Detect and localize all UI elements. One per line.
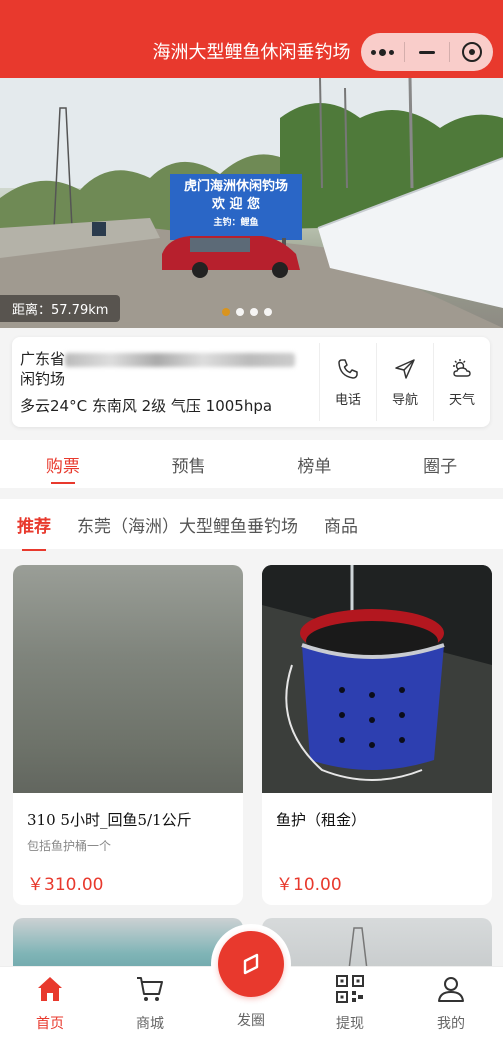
weather-icon bbox=[453, 358, 471, 377]
post-button[interactable] bbox=[218, 931, 284, 997]
carousel-indicator bbox=[222, 308, 272, 316]
compass-icon bbox=[243, 953, 259, 975]
subtab-recommended[interactable]: 推荐 bbox=[17, 512, 51, 551]
minimize-icon bbox=[419, 50, 435, 54]
phone-label: 电话 bbox=[334, 392, 361, 408]
phone-button[interactable]: 电话 bbox=[319, 343, 376, 421]
venue-address[interactable]: 广东省 闲钓场 bbox=[20, 349, 320, 389]
category-tabs: 推荐 东莞（海洲）大型鲤鱼垂钓场 商品 bbox=[0, 499, 503, 551]
venue-info-card: 广东省 闲钓场 多云24°C 东南风 2级 气压 1005hpa 电话 导航 天… bbox=[12, 337, 490, 427]
weather-button[interactable]: 天气 bbox=[433, 343, 490, 421]
product-price: ￥10.00 bbox=[276, 875, 342, 895]
banner-sign-line: 虎门海洲休闲钓场 bbox=[183, 179, 288, 194]
nav-home-label: 首页 bbox=[36, 1016, 64, 1032]
more-dots-icon bbox=[370, 48, 394, 56]
product-image bbox=[262, 565, 492, 793]
navigation-bar: 海洲大型鲤鱼休闲垂钓场 bbox=[0, 0, 503, 78]
product-name: 310 5小时_回鱼5/1公斤 bbox=[27, 811, 192, 829]
product-description: 包括鱼护桶一个 bbox=[27, 839, 112, 853]
tab-presale[interactable]: 预售 bbox=[126, 440, 252, 488]
address-prefix: 广东省 bbox=[20, 350, 66, 368]
subtab-venue[interactable]: 东莞（海洲）大型鲤鱼垂钓场 bbox=[77, 512, 298, 537]
phone-icon bbox=[338, 358, 358, 379]
banner-carousel[interactable]: 虎门海洲休闲钓场 欢 迎 您 主钓：鲤鱼 距离：57.79km bbox=[0, 78, 503, 328]
fish-bucket-image bbox=[262, 565, 492, 793]
indicator-dot[interactable] bbox=[264, 308, 272, 316]
product-card[interactable]: 310 5小时_回鱼5/1公斤 包括鱼护桶一个 ￥310.00 bbox=[13, 565, 243, 905]
qrcode-icon bbox=[336, 975, 364, 1003]
nav-post-label: 发圈 bbox=[237, 1013, 265, 1029]
indicator-dot[interactable] bbox=[236, 308, 244, 316]
close-target-icon bbox=[462, 42, 482, 62]
more-button[interactable] bbox=[362, 37, 402, 67]
nav-mine[interactable]: 我的 bbox=[411, 973, 491, 1033]
tab-tickets[interactable]: 购票 bbox=[0, 440, 126, 488]
indicator-dot-active[interactable] bbox=[222, 308, 230, 316]
capsule-divider bbox=[404, 42, 405, 62]
nav-mine-label: 我的 bbox=[437, 1016, 465, 1032]
distance-label: 距离：57.79km bbox=[0, 295, 121, 322]
banner-sign-line: 主钓：鲤鱼 bbox=[213, 218, 259, 228]
page-title-text: 海洲大型鲤鱼休闲垂钓场 bbox=[152, 42, 351, 63]
post-fab-wrapper bbox=[211, 924, 291, 1004]
nav-withdraw-label: 提现 bbox=[336, 1016, 364, 1032]
nav-home[interactable]: 首页 bbox=[10, 973, 90, 1033]
banner-sign-text: 虎门海洲休闲钓场 欢 迎 您 主钓：鲤鱼 bbox=[170, 178, 302, 232]
product-price: ￥310.00 bbox=[27, 875, 104, 895]
action-group: 电话 导航 天气 bbox=[319, 343, 490, 421]
nav-mall-label: 商城 bbox=[136, 1016, 164, 1032]
main-tabs: 购票 预售 榜单 圈子 bbox=[0, 440, 503, 488]
product-name: 鱼护（租金） bbox=[276, 811, 367, 829]
home-icon bbox=[38, 977, 62, 1001]
weather-label: 天气 bbox=[448, 392, 475, 408]
product-image bbox=[13, 565, 243, 793]
banner-sign-line: 欢 迎 您 bbox=[211, 197, 261, 212]
indicator-dot[interactable] bbox=[250, 308, 258, 316]
product-card[interactable]: 鱼护（租金） ￥10.00 bbox=[262, 565, 492, 905]
navigation-button[interactable]: 导航 bbox=[376, 343, 433, 421]
subtab-goods[interactable]: 商品 bbox=[324, 512, 358, 537]
address-redacted bbox=[65, 352, 296, 367]
close-button[interactable] bbox=[452, 37, 492, 67]
tab-circle[interactable]: 圈子 bbox=[377, 440, 503, 488]
nav-mall[interactable]: 商城 bbox=[110, 973, 190, 1033]
address-suffix: 闲钓场 bbox=[20, 370, 66, 388]
capsule-divider bbox=[449, 42, 450, 62]
cart-icon bbox=[137, 977, 163, 1001]
user-icon bbox=[438, 977, 464, 1002]
navigation-label: 导航 bbox=[391, 392, 418, 408]
navigation-icon bbox=[395, 358, 415, 379]
weather-summary: 多云24°C 东南风 2级 气压 1005hpa bbox=[20, 397, 273, 415]
tab-ranking[interactable]: 榜单 bbox=[252, 440, 378, 488]
nav-withdraw[interactable]: 提现 bbox=[310, 973, 390, 1033]
minimize-button[interactable] bbox=[407, 37, 447, 67]
miniprogram-capsule bbox=[361, 33, 493, 71]
